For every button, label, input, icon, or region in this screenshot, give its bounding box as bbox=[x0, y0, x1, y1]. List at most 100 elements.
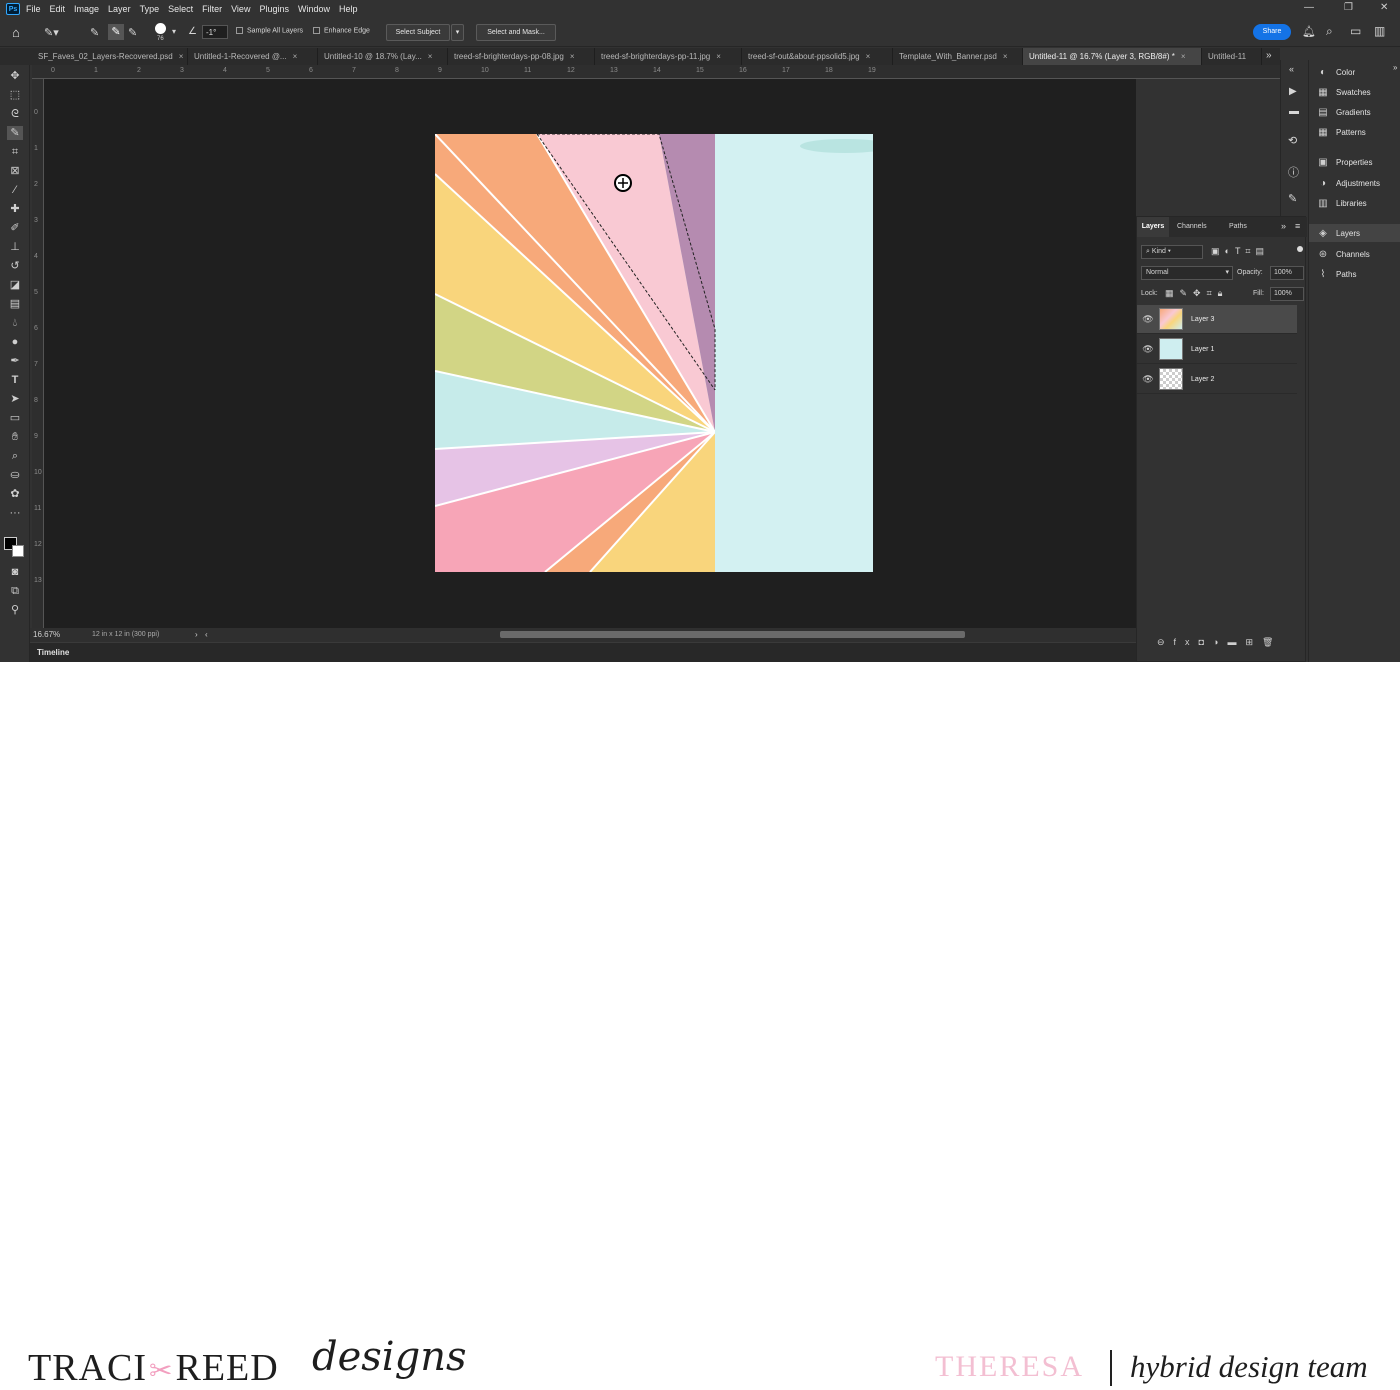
opacity-input[interactable]: 100% bbox=[1270, 266, 1304, 280]
panel-menu-icon[interactable]: ≡ bbox=[1295, 221, 1300, 231]
path-selection-tool-icon[interactable]: ➤ bbox=[7, 392, 23, 406]
chevron-right-icon[interactable]: › bbox=[195, 630, 198, 639]
history-brush-tool-icon[interactable]: ↺ bbox=[7, 259, 23, 273]
info-icon[interactable]: ⓘ bbox=[1288, 164, 1299, 180]
healing-brush-tool-icon[interactable]: ✚ bbox=[7, 202, 23, 216]
blur-tool-icon[interactable]: 💧︎ bbox=[7, 316, 23, 330]
menu-file[interactable]: File bbox=[26, 4, 41, 14]
screen-mode-icon[interactable]: ⧉ bbox=[7, 584, 23, 598]
more-tools-icon[interactable]: ··· bbox=[7, 506, 23, 520]
sample-all-layers-checkbox[interactable]: Sample All Layers bbox=[236, 27, 303, 34]
layer-filter-icons[interactable]: ▣◐T⌗▤ bbox=[1211, 246, 1269, 257]
trash-icon[interactable]: 🗑︎ bbox=[1262, 637, 1282, 647]
link-icon[interactable]: ⊖ bbox=[1157, 637, 1174, 647]
zoom-tool-icon[interactable]: ⌕ bbox=[7, 449, 23, 463]
close-icon[interactable]: ✕ bbox=[1380, 2, 1388, 13]
close-tab-icon[interactable]: × bbox=[1181, 52, 1186, 61]
eyedropper-tool-icon[interactable]: ⁄ bbox=[7, 183, 23, 197]
zoom-level[interactable]: 16.67% bbox=[33, 630, 60, 639]
tab-pp-11[interactable]: treed-sf-brighterdays-pp-11.jpg × bbox=[595, 48, 742, 65]
layer-name[interactable]: Layer 3 bbox=[1191, 316, 1214, 323]
workspace-icon[interactable]: ▭ bbox=[1350, 24, 1361, 38]
clone-stamp-tool-icon[interactable]: ⊥ bbox=[7, 240, 23, 254]
enhance-edge-checkbox[interactable]: Enhance Edge bbox=[313, 27, 370, 34]
tab-paths[interactable]: Paths bbox=[1229, 223, 1247, 230]
notifications-icon[interactable]: 🔔︎ bbox=[1302, 25, 1316, 38]
timeline-tab[interactable]: Timeline bbox=[37, 648, 69, 657]
close-tab-icon[interactable]: × bbox=[179, 52, 184, 61]
brush-preview-icon[interactable] bbox=[155, 23, 166, 34]
tab-pp-08[interactable]: treed-sf-brighterdays-pp-08.jpg × bbox=[448, 48, 595, 65]
rectangle-tool-icon[interactable]: ▭ bbox=[7, 411, 23, 425]
background-color-swatch[interactable] bbox=[12, 545, 24, 557]
menu-view[interactable]: View bbox=[231, 4, 250, 14]
quick-selection-tool-icon[interactable]: ✎ bbox=[7, 126, 23, 140]
panel-properties[interactable]: ▣ Properties bbox=[1309, 153, 1400, 171]
tab-untitled-11[interactable]: Untitled-11 bbox=[1202, 48, 1262, 65]
panel-gradients[interactable]: ▤ Gradients bbox=[1309, 103, 1400, 121]
home-icon[interactable]: ⌂ bbox=[12, 25, 20, 40]
panel-patterns[interactable]: ▦ Patterns bbox=[1309, 123, 1400, 141]
paint-bucket-tool-icon[interactable]: ⛀ bbox=[7, 468, 23, 482]
brush-tool-icon[interactable]: ✐ bbox=[7, 221, 23, 235]
minimize-icon[interactable]: — bbox=[1304, 2, 1314, 13]
lock-icons[interactable]: ▦✎✥⌗🔒︎ bbox=[1165, 288, 1228, 299]
crop-tool-icon[interactable]: ⌗ bbox=[7, 145, 23, 159]
layer-row-layer2[interactable]: 👁︎ Layer 2 bbox=[1137, 365, 1297, 394]
chevron-down-icon[interactable]: ▾ bbox=[172, 27, 176, 36]
hand-tool-icon[interactable]: ✋︎ bbox=[7, 430, 23, 444]
menu-type[interactable]: Type bbox=[140, 4, 160, 14]
menu-edit[interactable]: Edit bbox=[50, 4, 66, 14]
layer-filter-select[interactable]: ⌕ Kind ▾ bbox=[1141, 245, 1203, 259]
quick-selection-tool-preset-icon[interactable]: ✎▾ bbox=[44, 26, 59, 39]
more-tabs-icon[interactable]: » bbox=[1266, 50, 1272, 61]
mask-icon[interactable]: ◘ bbox=[1199, 637, 1213, 647]
add-to-selection-icon[interactable]: ✎ bbox=[108, 24, 124, 40]
menu-select[interactable]: Select bbox=[168, 4, 193, 14]
select-subject-button[interactable]: Select Subject bbox=[386, 24, 450, 41]
tab-untitled-11-active[interactable]: Untitled-11 @ 16.7% (Layer 3, RGB/8#) * × bbox=[1023, 48, 1202, 65]
marquee-tool-icon[interactable]: ⬚ bbox=[7, 88, 23, 102]
pen-tool-icon[interactable]: ✒ bbox=[7, 354, 23, 368]
history-icon[interactable]: ⟲ bbox=[1288, 134, 1297, 147]
layer-row-layer3[interactable]: 👁︎ Layer 3 bbox=[1137, 305, 1297, 334]
close-tab-icon[interactable]: × bbox=[428, 52, 433, 61]
panel-channels[interactable]: ⊛ Channels bbox=[1309, 245, 1400, 263]
fx-icon[interactable]: fx bbox=[1174, 637, 1199, 647]
quick-mask-icon[interactable]: ◙ bbox=[7, 565, 23, 579]
panel-color[interactable]: ◐ Color bbox=[1309, 63, 1400, 81]
comment-icon[interactable]: ▬ bbox=[1289, 106, 1299, 117]
eraser-tool-icon[interactable]: ◪ bbox=[7, 278, 23, 292]
lasso-tool-icon[interactable]: ᘓ bbox=[7, 107, 23, 121]
eye-icon[interactable]: 👁︎ bbox=[1137, 374, 1159, 385]
fill-input[interactable]: 100% bbox=[1270, 287, 1304, 301]
frame-tool-icon[interactable]: ⊠ bbox=[7, 164, 23, 178]
tab-ppsolid5[interactable]: treed-sf-out&about-ppsolid5.jpg × bbox=[742, 48, 893, 65]
new-layer-icon[interactable]: ⊞ bbox=[1245, 637, 1262, 647]
maximize-icon[interactable]: ❐ bbox=[1344, 2, 1353, 13]
share-button[interactable]: Share bbox=[1253, 24, 1291, 40]
chevron-left-icon[interactable]: ‹ bbox=[205, 630, 208, 639]
content-aware-icon[interactable]: ⚲ bbox=[7, 603, 23, 617]
layer-row-layer1[interactable]: 👁︎ Layer 1 bbox=[1137, 335, 1297, 364]
dodge-tool-icon[interactable]: ● bbox=[7, 335, 23, 349]
brush-settings-icon[interactable]: ✎ bbox=[1288, 192, 1297, 205]
move-tool-icon[interactable]: ✥ bbox=[7, 69, 23, 83]
new-selection-icon[interactable]: ✎ bbox=[90, 26, 99, 39]
tab-layers[interactable]: Layers bbox=[1137, 217, 1169, 237]
select-subject-dropdown-button[interactable]: ▾ bbox=[451, 24, 464, 41]
panel-expand-icon[interactable]: » bbox=[1281, 221, 1286, 231]
menu-layer[interactable]: Layer bbox=[108, 4, 131, 14]
panel-paths[interactable]: ⌇ Paths bbox=[1309, 265, 1400, 283]
tab-untitled-1[interactable]: Untitled-1-Recovered @... × bbox=[188, 48, 318, 65]
layer-name[interactable]: Layer 1 bbox=[1191, 346, 1214, 353]
play-icon[interactable]: ▶ bbox=[1289, 86, 1297, 97]
type-tool-icon[interactable]: T bbox=[7, 373, 23, 387]
tab-untitled-10[interactable]: Untitled-10 @ 18.7% (Lay... × bbox=[318, 48, 448, 65]
menu-image[interactable]: Image bbox=[74, 4, 99, 14]
collapse-panels-icon[interactable]: « bbox=[1289, 64, 1294, 74]
menu-window[interactable]: Window bbox=[298, 4, 330, 14]
adjustment-layer-icon[interactable]: ◑ bbox=[1213, 637, 1227, 647]
search-icon[interactable]: ⌕ bbox=[1326, 24, 1333, 39]
blend-mode-select[interactable]: Normal ▾ bbox=[1141, 266, 1233, 280]
